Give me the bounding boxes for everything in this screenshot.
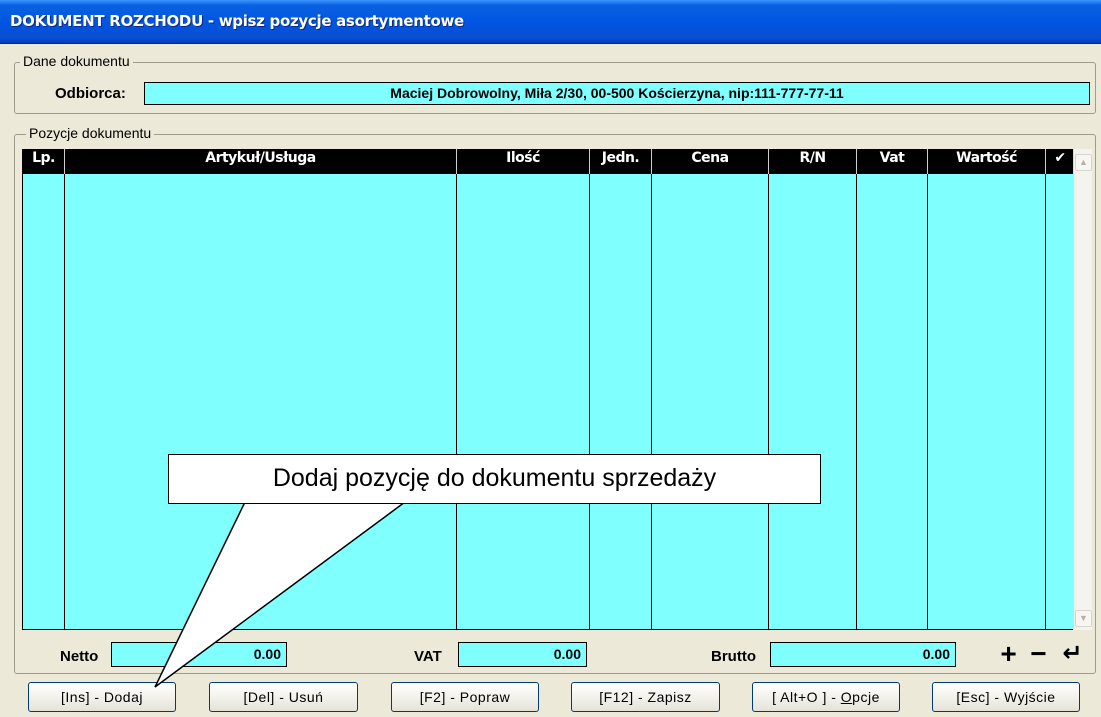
title-bar[interactable]: DOKUMENT ROZCHODU - wpisz pozycje asorty… <box>0 0 1101 44</box>
netto-label: Netto <box>60 648 99 665</box>
col-divider <box>1045 174 1046 629</box>
options-button[interactable]: [ Alt+O ] - Opcje <box>752 682 900 712</box>
options-rest: pcje <box>852 689 880 705</box>
col-header-check[interactable]: ✔ <box>1046 149 1074 174</box>
col-divider <box>64 174 65 629</box>
col-divider <box>856 174 857 629</box>
dane-dokumentu-legend: Dane dokumentu <box>20 53 133 69</box>
odbiorca-label: Odbiorca: <box>55 85 126 102</box>
col-header-cena[interactable]: Cena <box>652 149 769 174</box>
col-divider <box>589 174 590 629</box>
plus-icon[interactable]: + <box>996 640 1021 668</box>
netto-field: 0.00 <box>111 642 287 667</box>
options-prefix: [ Alt+O ] - <box>772 689 841 705</box>
enter-icon[interactable]: ↵ <box>1060 642 1085 667</box>
col-header-jedn[interactable]: Jedn. <box>590 149 652 174</box>
save-button[interactable]: [F12] - Zapisz <box>571 682 720 712</box>
col-divider <box>768 174 769 629</box>
window-title: DOKUMENT ROZCHODU - wpisz pozycje asorty… <box>10 12 464 30</box>
minus-icon[interactable]: − <box>1026 640 1051 668</box>
brutto-field: 0.00 <box>770 642 956 667</box>
col-divider <box>651 174 652 629</box>
items-grid[interactable]: Lp. Artykuł/Usługa Ilość Jedn. Cena R/N … <box>22 149 1074 630</box>
col-header-rn[interactable]: R/N <box>769 149 857 174</box>
edit-button[interactable]: [F2] - Popraw <box>391 682 539 712</box>
brutto-label: Brutto <box>711 648 756 665</box>
vat-label: VAT <box>414 648 442 665</box>
scroll-down-icon[interactable]: ▼ <box>1075 610 1092 627</box>
add-button[interactable]: [Ins] - Dodaj <box>28 682 176 712</box>
delete-button[interactable]: [Del] - Usuń <box>209 682 358 712</box>
scroll-up-icon[interactable]: ▲ <box>1075 154 1092 171</box>
callout-box: Dodaj pozycję do dokumentu sprzedaży <box>168 454 821 504</box>
pozycje-dokumentu-legend: Pozycje dokumentu <box>26 125 155 141</box>
col-header-artykul[interactable]: Artykuł/Usługa <box>65 149 457 174</box>
vat-field: 0.00 <box>458 642 587 667</box>
odbiorca-field[interactable]: Maciej Dobrowolny, Miła 2/30, 00-500 Koś… <box>144 82 1090 105</box>
grid-header: Lp. Artykuł/Usługa Ilość Jedn. Cena R/N … <box>23 149 1074 174</box>
exit-button[interactable]: [Esc] - Wyjście <box>932 682 1080 712</box>
col-header-ilosc[interactable]: Ilość <box>457 149 590 174</box>
col-header-lp[interactable]: Lp. <box>23 149 65 174</box>
options-hotkey: O <box>840 689 853 705</box>
grid-vertical-scrollbar[interactable]: ▲ ▼ <box>1073 149 1092 630</box>
col-divider <box>456 174 457 629</box>
col-header-vat[interactable]: Vat <box>857 149 928 174</box>
col-header-wartosc[interactable]: Wartość <box>928 149 1046 174</box>
col-divider <box>927 174 928 629</box>
